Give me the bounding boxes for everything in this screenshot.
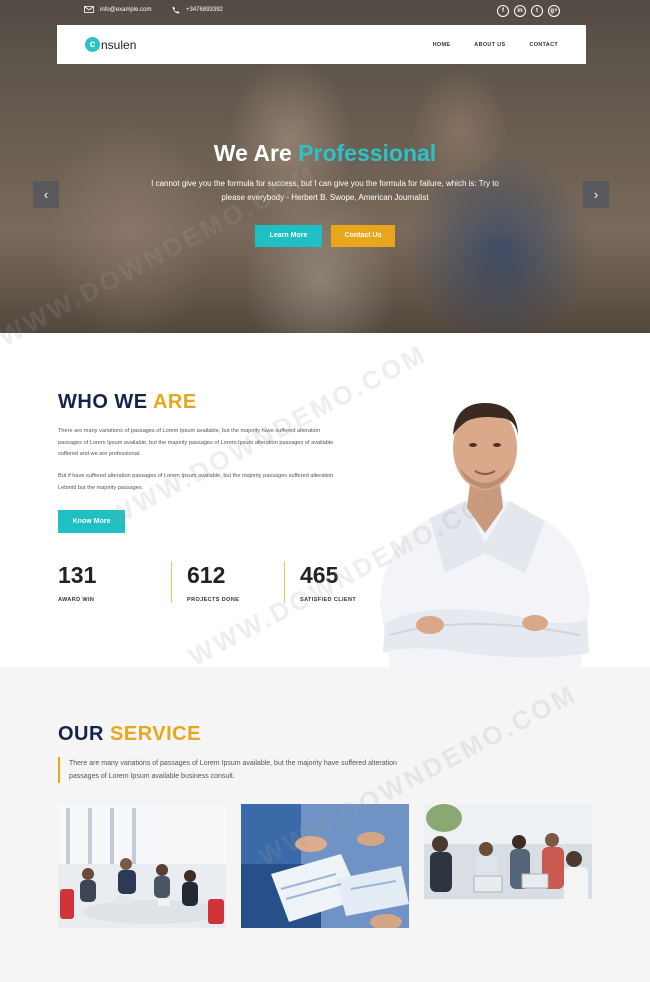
stat-number: 612: [187, 562, 226, 588]
nav-contact[interactable]: CONTACT: [529, 42, 558, 48]
who-title-plain: WHO WE: [58, 391, 148, 413]
hero-content: We Are Professional I cannot give you th…: [0, 140, 650, 247]
top-bar: info@example.com +3476893392 f in t g+: [0, 0, 650, 24]
stat-label: AWARD WIN: [58, 597, 95, 603]
team-office-image: [424, 804, 592, 928]
hero-title: We Are Professional: [0, 140, 650, 167]
who-we-are-title: WHO WE ARE: [58, 391, 197, 414]
service-cards: [58, 804, 592, 928]
stat-number: 131: [58, 562, 97, 588]
logo-mark: c: [85, 37, 100, 52]
who-we-are-section: WHO WE ARE There are many variations of …: [0, 333, 650, 668]
mail-icon: [84, 6, 94, 13]
logo-text: nsulen: [101, 37, 137, 52]
hero-title-accent: Professional: [298, 140, 437, 166]
know-more-button[interactable]: Know More: [58, 510, 125, 533]
stat-label: PROJECTS DONE: [187, 597, 240, 603]
facebook-icon[interactable]: f: [497, 5, 509, 17]
email-text: info@example.com: [100, 6, 152, 13]
linkedin-icon[interactable]: in: [514, 5, 526, 17]
nav-home[interactable]: HOME: [433, 42, 451, 48]
stat-award-win: 131 AWARD WIN: [58, 561, 171, 603]
main-navbar: c nsulen HOME ABOUT US CONTACT: [57, 25, 586, 64]
office-meeting-image: [58, 804, 226, 928]
our-service-title: OUR SERVICE: [58, 723, 201, 746]
contact-us-button[interactable]: Contact Us: [331, 225, 395, 247]
hero-subtitle: I cannot give you the formula for succes…: [151, 179, 499, 202]
stat-projects-done: 612 PROJECTS DONE: [171, 561, 284, 603]
service-card-meeting[interactable]: [58, 804, 226, 928]
phone-text: +3476893392: [186, 7, 223, 13]
service-title-accent: SERVICE: [110, 723, 201, 745]
stats-row: 131 AWARD WIN 612 PROJECTS DONE 465 SATI…: [58, 561, 397, 603]
who-paragraph-2: But if have suffered alteration passages…: [58, 473, 334, 491]
tablet-teamwork-image: [241, 804, 409, 928]
nav-about-us[interactable]: ABOUT US: [474, 42, 505, 48]
hero-buttons: Learn More Contact Us: [0, 225, 650, 247]
service-card-tablet[interactable]: [241, 804, 409, 928]
service-card-team[interactable]: [424, 804, 592, 928]
learn-more-button[interactable]: Learn More: [255, 225, 322, 247]
twitter-icon[interactable]: t: [531, 5, 543, 17]
who-title-accent: ARE: [152, 391, 197, 413]
google-plus-icon[interactable]: g+: [548, 5, 560, 17]
phone-icon: [172, 6, 180, 14]
social-links: f in t g+: [497, 5, 560, 17]
hero-section: info@example.com +3476893392 f in t g+ c…: [0, 0, 650, 333]
hero-title-plain: We Are: [213, 140, 292, 166]
service-title-plain: OUR: [58, 723, 104, 745]
topbar-email[interactable]: info@example.com: [84, 6, 151, 13]
logo[interactable]: c nsulen: [85, 37, 136, 52]
topbar-phone[interactable]: +3476893392: [172, 6, 223, 14]
our-service-section: OUR SERVICE There are many variations of…: [0, 667, 650, 982]
who-paragraph-1: There are many variations of passages of…: [58, 428, 334, 457]
businessman-image: [380, 403, 590, 668]
nav-menu: HOME ABOUT US CONTACT: [433, 42, 558, 48]
service-description: There are many variations of passages of…: [58, 757, 418, 783]
